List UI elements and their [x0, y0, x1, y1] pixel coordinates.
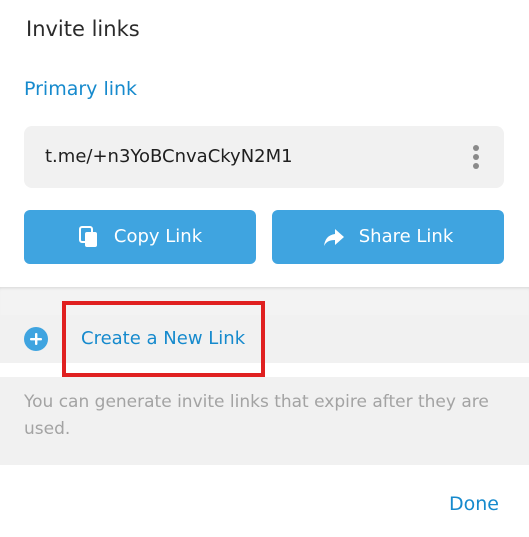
- invite-links-dialog: Invite links Primary link t.me/+n3YoBCnv…: [0, 0, 529, 537]
- info-section: You can generate invite links that expir…: [0, 377, 529, 465]
- share-link-label: Share Link: [358, 226, 454, 247]
- primary-link-value: t.me/+n3YoBCnvaCkyN2M1: [45, 146, 293, 167]
- share-arrow-icon: [323, 229, 344, 246]
- dialog-title: Invite links: [26, 17, 140, 41]
- more-options-icon[interactable]: [464, 145, 488, 171]
- copy-link-button[interactable]: Copy Link: [24, 210, 256, 264]
- create-new-link-row[interactable]: Create a New Link: [0, 315, 529, 363]
- done-button[interactable]: Done: [449, 489, 499, 519]
- plus-circle-icon: [24, 327, 48, 351]
- share-link-button[interactable]: Share Link: [272, 210, 504, 264]
- info-text: You can generate invite links that expir…: [24, 392, 489, 439]
- copy-icon: [78, 226, 97, 247]
- section-divider: [0, 287, 529, 315]
- copy-link-label: Copy Link: [113, 226, 203, 247]
- create-new-link-label: Create a New Link: [81, 328, 246, 349]
- primary-link-heading: Primary link: [24, 78, 138, 100]
- primary-link-field[interactable]: t.me/+n3YoBCnvaCkyN2M1: [24, 126, 504, 188]
